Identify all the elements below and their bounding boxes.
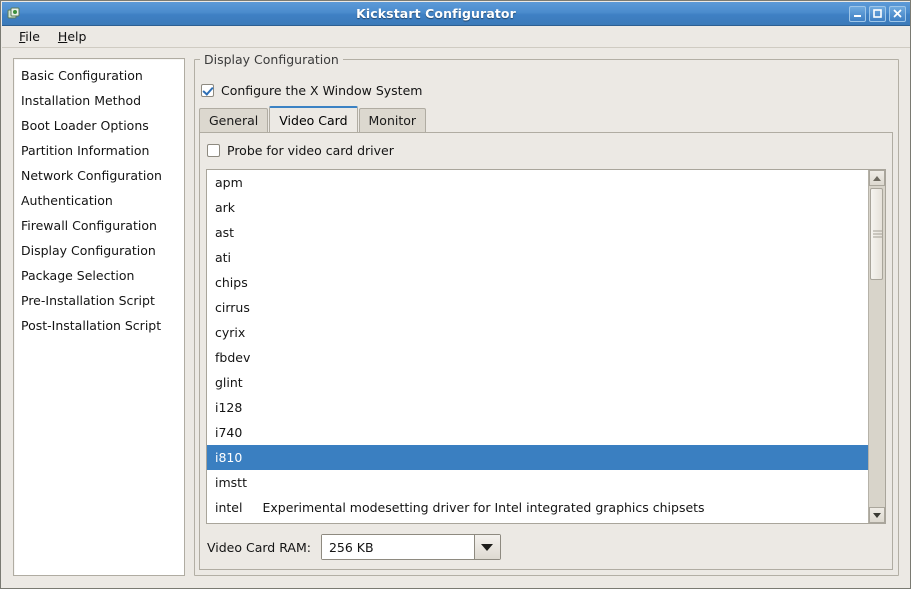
list-item[interactable]: fbdev: [207, 345, 868, 370]
driver-name: ati: [215, 245, 231, 270]
menu-help-rest: elp: [67, 29, 86, 44]
list-item[interactable]: chips: [207, 270, 868, 295]
tab-general[interactable]: General: [199, 108, 268, 132]
window-controls: [849, 6, 906, 22]
driver-name: i128: [215, 395, 242, 420]
video-card-ram-row: Video Card RAM: 256 KB: [207, 534, 501, 560]
configure-x-window-system-checkbox[interactable]: Configure the X Window System: [201, 83, 422, 98]
dropdown-arrow-button[interactable]: [474, 535, 500, 559]
sidebar-item-authentication[interactable]: Authentication: [14, 188, 184, 213]
tab-video-card[interactable]: Video Card: [269, 106, 357, 132]
driver-name: chips: [215, 270, 248, 295]
navigation-sidebar[interactable]: Basic Configuration Installation Method …: [13, 58, 185, 576]
tab-monitor[interactable]: Monitor: [359, 108, 427, 132]
configure-x-window-system-label: Configure the X Window System: [221, 83, 422, 98]
sidebar-item-network-configuration[interactable]: Network Configuration: [14, 163, 184, 188]
driver-name: ark: [215, 195, 235, 220]
driver-name: glint: [215, 370, 243, 395]
tab-strip: General Video Card Monitor: [199, 106, 893, 132]
chevron-up-icon: [873, 176, 881, 181]
driver-name: imstt: [215, 470, 247, 495]
list-item-selected[interactable]: i810: [207, 445, 868, 470]
menu-file[interactable]: File: [10, 27, 49, 46]
driver-name: i740: [215, 420, 242, 445]
list-item[interactable]: apm: [207, 170, 868, 195]
list-item[interactable]: ast: [207, 220, 868, 245]
window-title: Kickstart Configurator: [23, 6, 849, 21]
kickstart-configurator-window: Kickstart Configurator File Help Basic C…: [0, 0, 911, 589]
menu-file-rest: ile: [25, 29, 40, 44]
chevron-down-icon: [873, 513, 881, 518]
video-card-ram-label: Video Card RAM:: [207, 540, 311, 555]
minimize-icon[interactable]: [849, 6, 866, 22]
driver-name: cirrus: [215, 295, 250, 320]
driver-name: fbdev: [215, 345, 250, 370]
list-item[interactable]: i740: [207, 420, 868, 445]
scrollbar-thumb[interactable]: [870, 188, 883, 280]
driver-name: apm: [215, 170, 243, 195]
menu-bar: File Help: [2, 26, 911, 48]
list-item[interactable]: glint: [207, 370, 868, 395]
scroll-up-button[interactable]: [869, 170, 885, 186]
scrollbar-track[interactable]: [869, 186, 885, 507]
list-item[interactable]: imstt: [207, 470, 868, 495]
driver-list-body[interactable]: apm ark ast ati chips cirrus cyrix fbdev…: [207, 170, 868, 523]
driver-description: Experimental modesetting driver for Inte…: [262, 495, 704, 520]
chevron-down-icon: [481, 544, 493, 551]
probe-video-card-driver-checkbox[interactable]: Probe for video card driver: [207, 143, 394, 158]
driver-name: intel: [215, 495, 242, 520]
video-card-ram-value: 256 KB: [322, 535, 474, 559]
close-icon[interactable]: [889, 6, 906, 22]
sidebar-item-package-selection[interactable]: Package Selection: [14, 263, 184, 288]
list-item[interactable]: ati: [207, 245, 868, 270]
list-item[interactable]: intel Experimental modesetting driver fo…: [207, 495, 868, 520]
sidebar-item-partition-information[interactable]: Partition Information: [14, 138, 184, 163]
scroll-down-button[interactable]: [869, 507, 885, 523]
probe-video-card-driver-label: Probe for video card driver: [227, 143, 394, 158]
maximize-icon[interactable]: [869, 6, 886, 22]
checkbox-checked-icon[interactable]: [201, 84, 214, 97]
list-item[interactable]: cirrus: [207, 295, 868, 320]
sidebar-item-basic-configuration[interactable]: Basic Configuration: [14, 63, 184, 88]
sidebar-item-display-configuration[interactable]: Display Configuration: [14, 238, 184, 263]
sidebar-item-boot-loader-options[interactable]: Boot Loader Options: [14, 113, 184, 138]
list-item[interactable]: cyrix: [207, 320, 868, 345]
list-item[interactable]: ark: [207, 195, 868, 220]
app-icon: [5, 5, 23, 23]
sidebar-item-pre-installation-script[interactable]: Pre-Installation Script: [14, 288, 184, 313]
list-vertical-scrollbar[interactable]: [868, 170, 885, 523]
grip-icon: [873, 231, 882, 238]
sidebar-item-installation-method[interactable]: Installation Method: [14, 88, 184, 113]
sidebar-item-post-installation-script[interactable]: Post-Installation Script: [14, 313, 184, 338]
menu-help[interactable]: Help: [49, 27, 96, 46]
driver-name: ast: [215, 220, 234, 245]
checkbox-unchecked-icon[interactable]: [207, 144, 220, 157]
list-item[interactable]: i128: [207, 395, 868, 420]
title-bar: Kickstart Configurator: [2, 2, 911, 26]
driver-name: cyrix: [215, 320, 245, 345]
video-card-driver-list[interactable]: apm ark ast ati chips cirrus cyrix fbdev…: [206, 169, 886, 524]
video-card-ram-select[interactable]: 256 KB: [321, 534, 501, 560]
driver-name: i810: [215, 445, 242, 470]
display-configuration-legend: Display Configuration: [200, 52, 343, 67]
sidebar-item-firewall-configuration[interactable]: Firewall Configuration: [14, 213, 184, 238]
